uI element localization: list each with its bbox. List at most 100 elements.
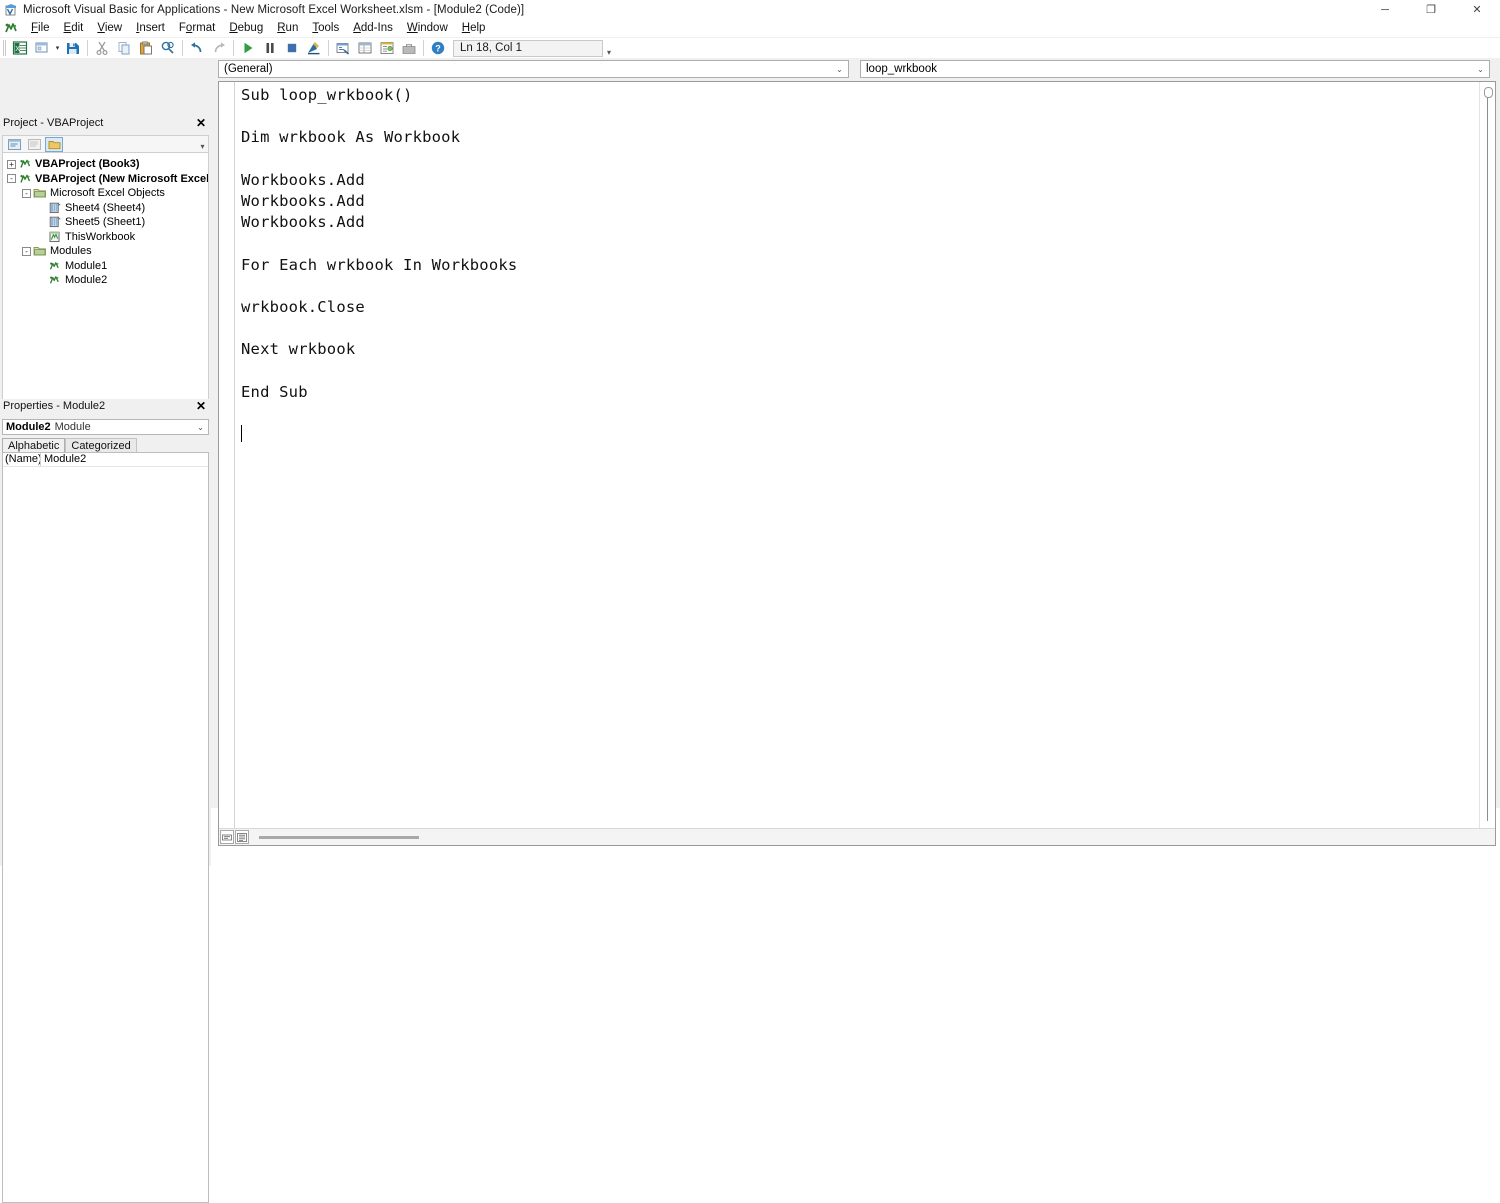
minimize-button[interactable]: ─ bbox=[1362, 0, 1408, 19]
full-module-view-button[interactable] bbox=[235, 830, 249, 844]
properties-object-name: Module2 bbox=[6, 421, 51, 433]
tree-item[interactable]: -VBAProject (New Microsoft Excel Worksl bbox=[3, 173, 208, 186]
sheet-icon bbox=[48, 216, 62, 228]
break-icon[interactable] bbox=[259, 39, 281, 58]
code-window-combos: (General) ⌄ loop_wrkbook ⌄ bbox=[218, 60, 1496, 78]
project-explorer-toolbar: ▾ bbox=[2, 135, 209, 153]
toolbox-icon[interactable] bbox=[398, 39, 420, 58]
object-select-value: (General) bbox=[224, 63, 273, 75]
menu-help[interactable]: Help bbox=[455, 21, 493, 35]
code-editor-body: Sub loop_wrkbook() Dim wrkbook As Workbo… bbox=[218, 81, 1496, 846]
project-explorer-icon[interactable] bbox=[332, 39, 354, 58]
code-window: (General) ⌄ loop_wrkbook ⌄ Sub loop_wrkb… bbox=[213, 58, 1500, 808]
maximize-button[interactable]: ❐ bbox=[1408, 0, 1454, 19]
menu-debug[interactable]: Debug bbox=[222, 21, 270, 35]
tab-alphabetic[interactable]: Alphabetic bbox=[2, 438, 65, 452]
toolbar-overflow-icon[interactable]: ▾ bbox=[604, 39, 614, 57]
properties-object-select[interactable]: Module2 Module ⌄ bbox=[2, 419, 209, 435]
tree-item-label: Sheet5 (Sheet1) bbox=[65, 216, 145, 228]
run-sub-icon[interactable] bbox=[237, 39, 259, 58]
project-icon bbox=[18, 173, 32, 185]
property-value[interactable]: Module2 bbox=[41, 453, 86, 466]
tree-item[interactable]: +VBAProject (Book3) bbox=[3, 158, 208, 171]
menu-view[interactable]: View bbox=[90, 21, 129, 35]
properties-close-icon[interactable]: ✕ bbox=[193, 399, 209, 413]
workbook-icon bbox=[48, 231, 62, 243]
chevron-down-icon[interactable]: ⌄ bbox=[832, 62, 847, 76]
tree-item[interactable]: Module2 bbox=[3, 274, 208, 287]
menu-edit[interactable]: Edit bbox=[57, 21, 91, 35]
insert-dropdown-arrow-icon[interactable]: ▾ bbox=[53, 39, 62, 58]
tree-item[interactable]: - Microsoft Excel Objects bbox=[3, 187, 208, 200]
menu-format[interactable]: Format bbox=[172, 21, 222, 35]
project-explorer-panel: Project - VBAProject ✕ bbox=[0, 116, 211, 397]
code-indicator-margin[interactable] bbox=[219, 82, 235, 845]
project-explorer-close-icon[interactable]: ✕ bbox=[193, 116, 209, 130]
code-text-area[interactable]: Sub loop_wrkbook() Dim wrkbook As Workbo… bbox=[241, 85, 1479, 827]
procedure-select-value: loop_wrkbook bbox=[866, 63, 937, 75]
properties-window-icon[interactable] bbox=[354, 39, 376, 58]
vba-editor-window: Microsoft Visual Basic for Applications … bbox=[0, 0, 1500, 808]
tree-item[interactable]: -Modules bbox=[3, 245, 208, 258]
procedure-select[interactable]: loop_wrkbook ⌄ bbox=[860, 60, 1490, 78]
view-excel-icon[interactable]: X bbox=[9, 39, 31, 58]
find-icon[interactable] bbox=[157, 39, 179, 58]
close-button[interactable]: ✕ bbox=[1454, 0, 1500, 19]
menu-window[interactable]: Window bbox=[400, 21, 455, 35]
help-icon[interactable]: ? bbox=[427, 39, 449, 58]
menu-file[interactable]: File bbox=[24, 21, 57, 35]
cut-icon[interactable] bbox=[91, 39, 113, 58]
text-caret bbox=[241, 425, 242, 442]
menu-run[interactable]: Run bbox=[270, 21, 305, 35]
toolbar-separator bbox=[87, 40, 88, 56]
collapse-icon[interactable]: - bbox=[22, 247, 31, 256]
tree-item[interactable]: ThisWorkbook bbox=[3, 231, 208, 244]
menu-insert[interactable]: Insert bbox=[129, 21, 172, 35]
tree-item-label: Microsoft Excel Objects bbox=[50, 187, 165, 199]
chevron-down-icon[interactable]: ⌄ bbox=[193, 420, 208, 434]
toolbar-separator-4 bbox=[328, 40, 329, 56]
view-code-button[interactable] bbox=[5, 137, 23, 152]
toggle-folders-button[interactable] bbox=[45, 137, 63, 152]
project-explorer-overflow-icon[interactable]: ▾ bbox=[198, 137, 207, 151]
project-tree[interactable]: +VBAProject (Book3) -VBAProject (New Micr… bbox=[2, 153, 209, 434]
object-select[interactable]: (General) ⌄ bbox=[218, 60, 849, 78]
tree-item-label: ThisWorkbook bbox=[65, 231, 135, 243]
tree-item[interactable]: Sheet4 (Sheet4) bbox=[3, 202, 208, 215]
properties-panel: Properties - Module2 ✕ Module2 Module ⌄ … bbox=[0, 399, 211, 866]
code-hscroll-thumb[interactable] bbox=[259, 836, 419, 839]
code-vscroll-thumb[interactable] bbox=[1484, 87, 1493, 98]
tree-item[interactable]: Module1 bbox=[3, 260, 208, 273]
view-object-button[interactable] bbox=[25, 137, 43, 152]
undo-icon[interactable] bbox=[186, 39, 208, 58]
reset-icon[interactable] bbox=[281, 39, 303, 58]
copy-icon[interactable] bbox=[113, 39, 135, 58]
menu-add-ins[interactable]: Add-Ins bbox=[346, 21, 400, 35]
menu-tools[interactable]: Tools bbox=[305, 21, 346, 35]
redo-icon[interactable] bbox=[208, 39, 230, 58]
properties-grid[interactable]: (Name) Module2 bbox=[2, 452, 209, 1203]
vba-logo-icon bbox=[3, 21, 19, 36]
tree-item[interactable]: Sheet5 (Sheet1) bbox=[3, 216, 208, 229]
svg-text:?: ? bbox=[435, 44, 441, 54]
insert-userform-icon[interactable] bbox=[31, 39, 53, 58]
tab-categorized[interactable]: Categorized bbox=[65, 438, 136, 452]
collapse-icon[interactable]: - bbox=[22, 189, 31, 198]
window-controls: ─ ❐ ✕ bbox=[1362, 0, 1500, 19]
paste-icon[interactable] bbox=[135, 39, 157, 58]
project-explorer-header: Project - VBAProject ✕ bbox=[0, 116, 211, 130]
toolbar-grip[interactable] bbox=[2, 40, 7, 56]
collapse-icon[interactable]: - bbox=[7, 174, 16, 183]
expand-icon[interactable]: + bbox=[7, 160, 16, 169]
save-icon[interactable] bbox=[62, 39, 84, 58]
toolbar-separator-5 bbox=[423, 40, 424, 56]
property-row[interactable]: (Name) Module2 bbox=[3, 453, 208, 467]
object-browser-icon[interactable] bbox=[376, 39, 398, 58]
procedure-view-button[interactable] bbox=[220, 830, 234, 844]
code-vscrollbar[interactable] bbox=[1479, 82, 1495, 829]
chevron-down-icon[interactable]: ⌄ bbox=[1473, 62, 1488, 76]
properties-title: Properties - Module2 bbox=[3, 400, 105, 412]
design-mode-icon[interactable] bbox=[303, 39, 325, 58]
standard-toolbar: X ▾ bbox=[0, 38, 1500, 58]
module-icon bbox=[48, 274, 62, 286]
